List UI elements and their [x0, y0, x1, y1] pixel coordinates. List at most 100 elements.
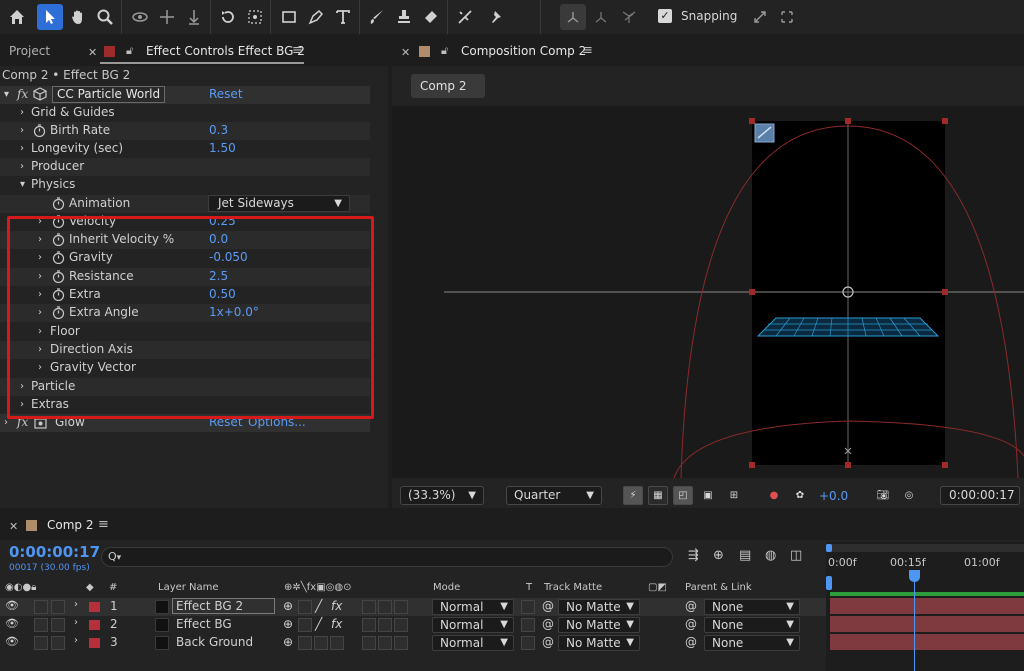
layer-label-color[interactable]: [89, 638, 100, 648]
pan-camera-icon[interactable]: [154, 4, 180, 30]
effect-row-cc-particle-world[interactable]: ▾ fx CC Particle World Reset: [0, 86, 370, 104]
show-channel-icon[interactable]: ●: [764, 486, 784, 505]
stopwatch-icon[interactable]: [33, 124, 46, 138]
prop-row-animation[interactable]: Animation Jet Sideways ▼: [0, 195, 370, 213]
panel-menu-icon[interactable]: ≡: [292, 43, 303, 58]
close-icon[interactable]: ✕: [88, 46, 97, 59]
mode-dropdown[interactable]: Normal ▼: [432, 617, 514, 633]
motion-blur-switch[interactable]: [378, 600, 392, 614]
pickwhip-icon[interactable]: @: [542, 617, 554, 631]
fx-switch[interactable]: [330, 636, 344, 650]
pen-tool-icon[interactable]: [303, 4, 329, 30]
chevron-right-icon[interactable]: ›: [20, 125, 28, 136]
lock-switch[interactable]: [51, 618, 65, 632]
transparency-grid-icon[interactable]: ▦: [648, 486, 668, 505]
fx-switch-icon[interactable]: fx: [331, 599, 342, 613]
chevron-right-icon[interactable]: ›: [74, 599, 78, 610]
clone-stamp-icon[interactable]: [391, 4, 417, 30]
birth-rate-value[interactable]: 0.3: [209, 123, 228, 137]
tab-composition[interactable]: Composition Comp 2: [461, 44, 586, 58]
parent-pickwhip-icon[interactable]: @: [685, 599, 697, 613]
layer-row[interactable]: 👁︎ › 3 Back Ground ⊕ Normal ▼ @ No Matte ▼…: [0, 634, 826, 652]
mode-dropdown[interactable]: Normal ▼: [432, 599, 514, 615]
eye-icon[interactable]: 👁︎: [5, 599, 19, 612]
selection-tool-icon[interactable]: [37, 4, 63, 30]
show-snapshot-icon[interactable]: ◎: [899, 486, 919, 505]
shy-switch-icon[interactable]: ⊕: [283, 617, 293, 631]
preserve-transparency-switch[interactable]: [521, 600, 535, 614]
track-matte-dropdown[interactable]: No Matte ▼: [558, 617, 640, 633]
eye-icon[interactable]: 👁︎: [5, 635, 19, 648]
current-time-display[interactable]: 0:00:00:17: [9, 543, 100, 561]
3d-layer-switch[interactable]: [394, 636, 408, 650]
tab-timeline-comp[interactable]: Comp 2: [47, 518, 93, 532]
chevron-down-icon[interactable]: ▾: [4, 89, 12, 100]
type-tool-icon[interactable]: [330, 4, 356, 30]
frame-blend-switch[interactable]: [362, 618, 376, 632]
fast-previews-icon[interactable]: ⚡: [623, 486, 643, 505]
resolution-dropdown[interactable]: Quarter ▼: [506, 486, 602, 505]
home-icon[interactable]: [4, 4, 30, 30]
frame-blend-switch[interactable]: [362, 600, 376, 614]
draft-3d-icon[interactable]: ⊕: [713, 548, 724, 563]
puppet-pin-icon[interactable]: [483, 4, 509, 30]
tab-project[interactable]: Project: [9, 44, 50, 58]
view-axis-icon[interactable]: [616, 4, 642, 30]
eye-icon[interactable]: 👁︎: [5, 617, 19, 630]
chevron-right-icon[interactable]: ›: [74, 635, 78, 646]
region-of-interest-icon[interactable]: ▣: [698, 486, 718, 505]
composition-mini-flowchart-icon[interactable]: ⇶: [688, 548, 699, 563]
parent-pickwhip-icon[interactable]: @: [685, 617, 697, 631]
world-axis-icon[interactable]: [588, 4, 614, 30]
quality-switch-icon[interactable]: ╱: [315, 599, 322, 613]
chevron-right-icon[interactable]: ›: [20, 161, 28, 172]
exposure-value[interactable]: +0.0: [819, 489, 848, 503]
snapping-checkbox[interactable]: ✓: [658, 9, 672, 23]
pan-behind-icon[interactable]: [242, 4, 268, 30]
panel-menu-icon[interactable]: ≡: [582, 43, 593, 58]
3d-layer-switch[interactable]: [394, 600, 408, 614]
layer-row[interactable]: 👁︎ › 1 Effect BG 2 ⊕ ╱ fx Normal ▼ @ No M…: [0, 598, 826, 616]
shy-switch-icon[interactable]: ⊕: [283, 599, 293, 613]
longevity-value[interactable]: 1.50: [209, 141, 236, 155]
close-icon[interactable]: ✕: [401, 46, 410, 59]
collapse-switch[interactable]: [298, 600, 312, 614]
layer-name[interactable]: Effect BG: [176, 617, 232, 631]
mode-dropdown[interactable]: Normal ▼: [432, 635, 514, 651]
layer-bar[interactable]: [830, 634, 1024, 650]
parent-dropdown[interactable]: None ▼: [704, 635, 800, 651]
pickwhip-icon[interactable]: @: [542, 635, 554, 649]
pickwhip-icon[interactable]: @: [542, 599, 554, 613]
solo-switch[interactable]: [34, 636, 48, 650]
roto-brush-icon[interactable]: [452, 4, 478, 30]
chevron-down-icon[interactable]: ▾: [20, 179, 28, 190]
parent-dropdown[interactable]: None ▼: [704, 599, 800, 615]
effect-name-field[interactable]: CC Particle World: [52, 86, 166, 103]
prop-row-grid-guides[interactable]: › Grid & Guides: [0, 104, 370, 122]
solo-switch[interactable]: [34, 600, 48, 614]
collapse-switch[interactable]: [298, 618, 312, 632]
stopwatch-icon[interactable]: [52, 197, 65, 211]
track-matte-dropdown[interactable]: No Matte ▼: [558, 635, 640, 651]
timeline-search-input[interactable]: Q▾: [101, 547, 673, 567]
composition-viewer[interactable]: [392, 106, 1024, 478]
preserve-transparency-switch[interactable]: [521, 636, 535, 650]
panel-menu-icon[interactable]: ≡: [98, 517, 109, 532]
work-area-start-handle[interactable]: [826, 544, 832, 552]
comp-breadcrumb-button[interactable]: Comp 2: [411, 74, 485, 98]
layer-label-color[interactable]: [89, 620, 100, 630]
collapse-switch[interactable]: [298, 636, 312, 650]
quality-switch[interactable]: [314, 636, 328, 650]
solo-switch[interactable]: [34, 618, 48, 632]
lock-icon[interactable]: 🔓︎: [441, 44, 448, 58]
lock-icon[interactable]: 🔓︎: [126, 44, 133, 58]
chevron-right-icon[interactable]: ›: [74, 617, 78, 628]
motion-blur-switch[interactable]: [378, 618, 392, 632]
shy-layers-icon[interactable]: ▤: [739, 548, 751, 563]
layer-name-header[interactable]: Layer Name: [158, 582, 219, 593]
fx-switch-icon[interactable]: fx: [331, 617, 342, 631]
zoom-tool-icon[interactable]: [92, 4, 118, 30]
rectangle-tool-icon[interactable]: [276, 4, 302, 30]
prop-row-producer[interactable]: › Producer: [0, 158, 370, 176]
time-graph[interactable]: 0:00f 00:15f 01:00f: [826, 542, 1024, 671]
